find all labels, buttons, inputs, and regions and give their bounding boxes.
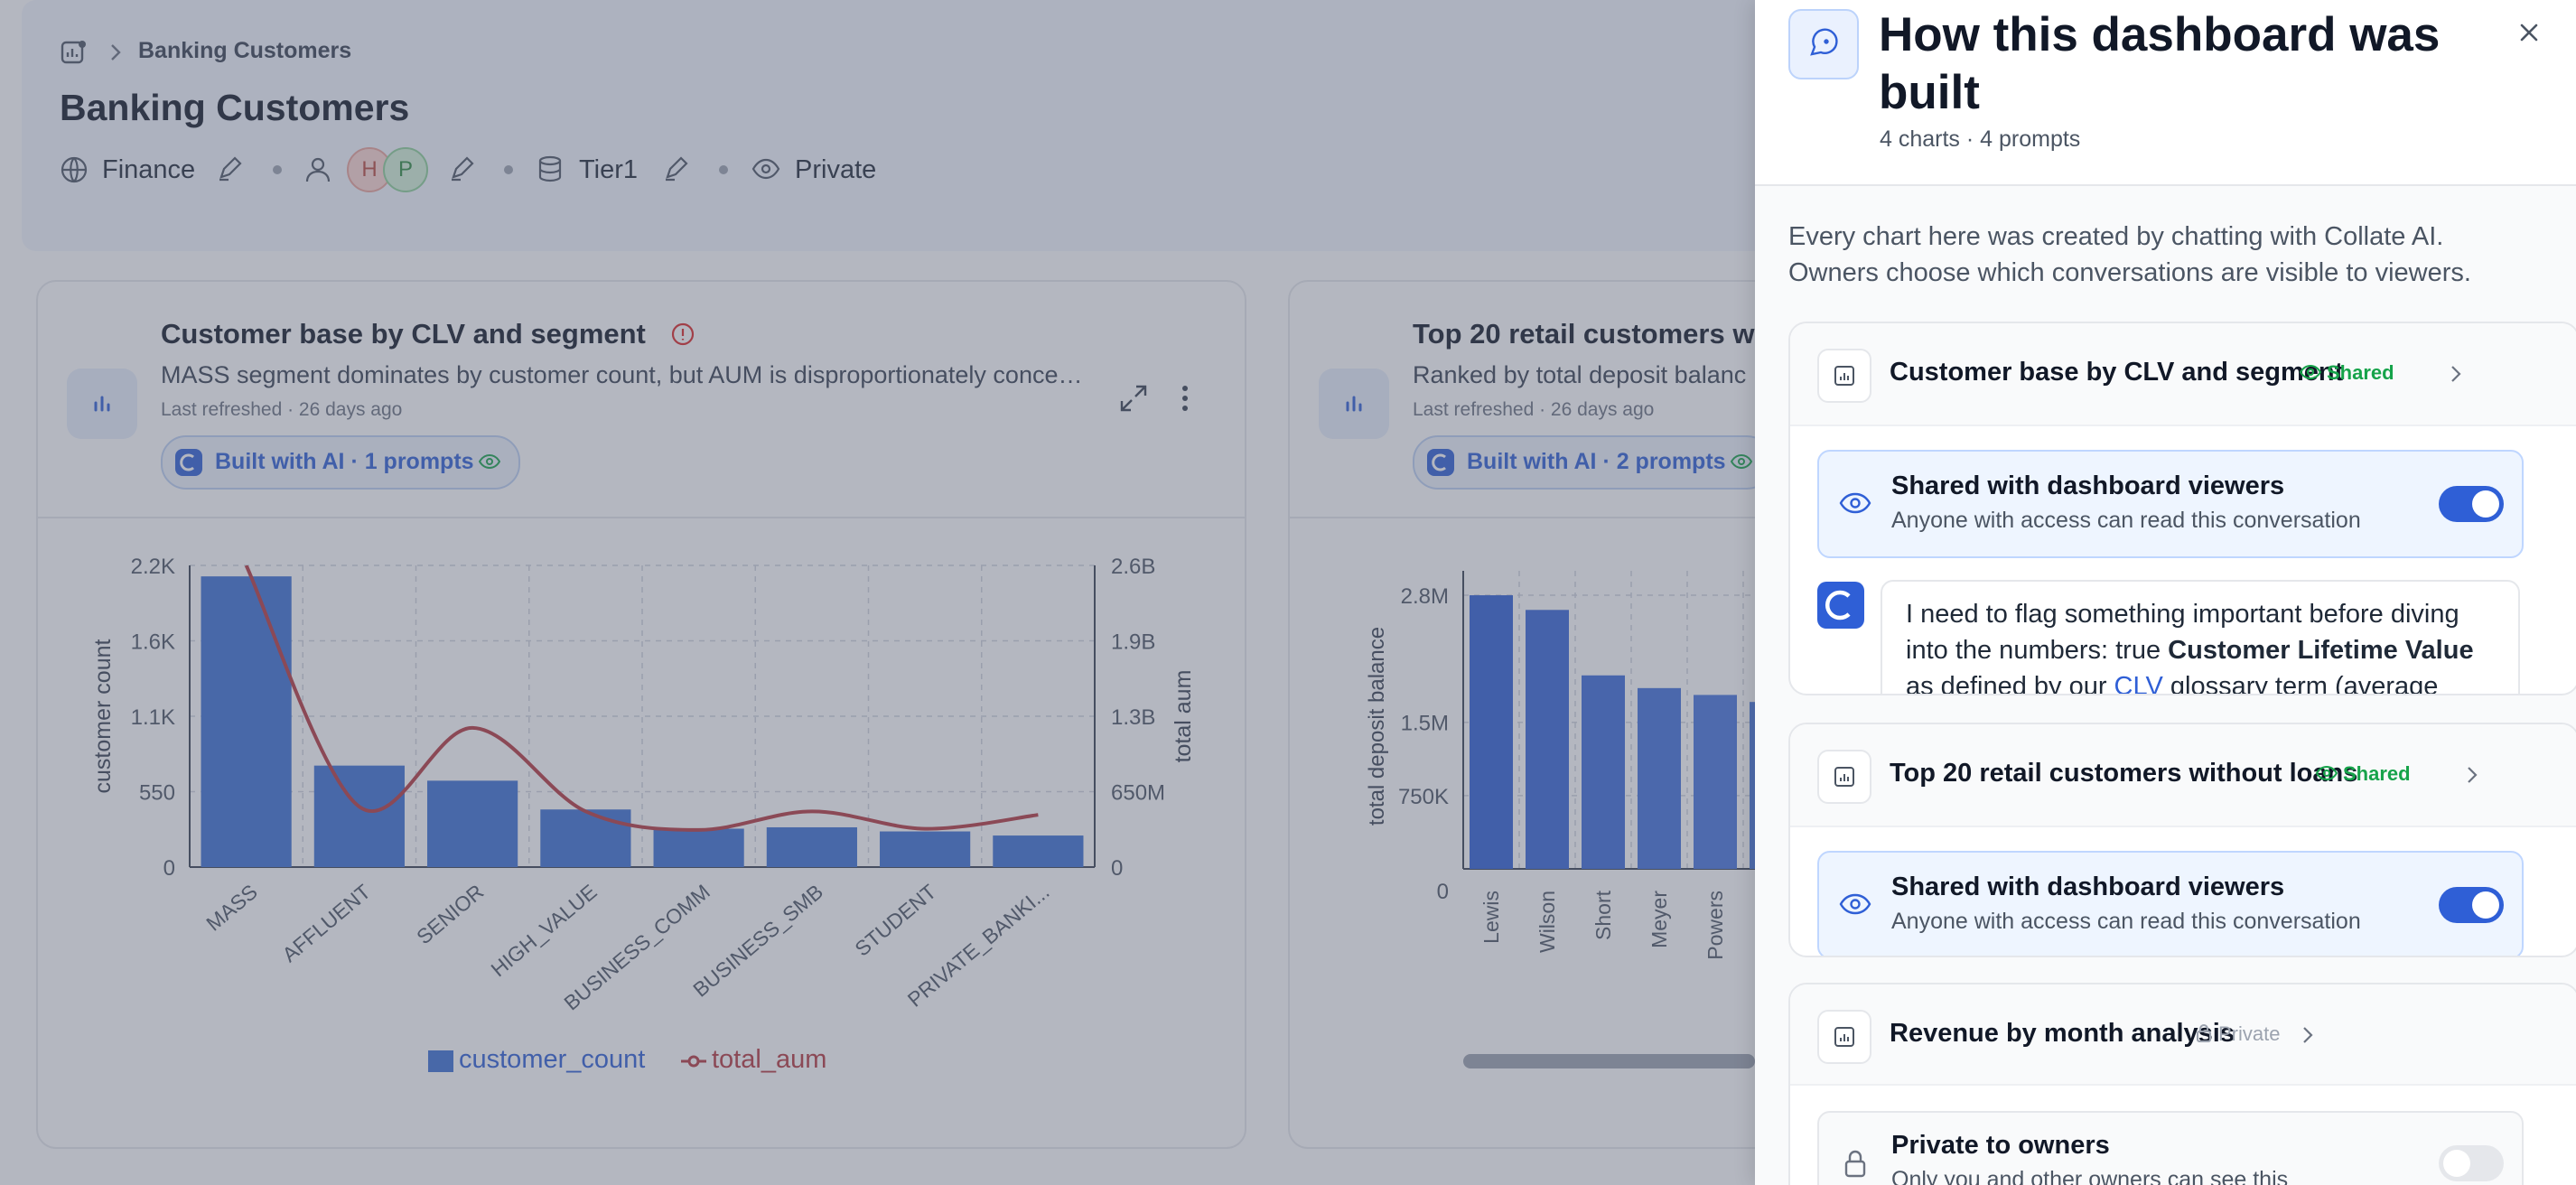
dashboard-page: Banking Customers Banking Customers Fina… bbox=[0, 0, 1755, 1185]
section-title: Revenue by month analysis bbox=[1890, 1019, 2235, 1048]
share-setting: Shared with dashboard viewers Anyone wit… bbox=[1817, 450, 2524, 558]
chevron-right-icon[interactable] bbox=[2450, 363, 2462, 385]
conversation-section: Revenue by month analysis Private Privat… bbox=[1788, 983, 2576, 1185]
message-text: glossary term (average bbox=[2162, 672, 2439, 695]
eye-icon bbox=[1839, 892, 1871, 916]
chevron-right-icon[interactable] bbox=[2466, 764, 2478, 786]
share-description: Anyone with access can read this convers… bbox=[1891, 909, 2361, 934]
share-toggle[interactable] bbox=[2439, 486, 2504, 522]
section-header[interactable]: Revenue by month analysis Private bbox=[1790, 984, 2576, 1086]
share-title: Shared with dashboard viewers bbox=[1891, 471, 2285, 500]
modal-backdrop[interactable] bbox=[0, 0, 1755, 1185]
conversation-section: Top 20 retail customers without loans Sh… bbox=[1788, 723, 2576, 957]
chart-icon bbox=[1817, 750, 1871, 804]
share-toggle[interactable] bbox=[2439, 1145, 2504, 1181]
message-text: as defined by our bbox=[1906, 672, 2114, 695]
panel-stats: 4 charts · 4 prompts bbox=[1880, 126, 2081, 152]
message-text: into the numbers: true Customer Lifetime… bbox=[1906, 636, 2474, 666]
lock-icon bbox=[2195, 1022, 2213, 1044]
shared-status: Shared bbox=[2327, 361, 2394, 384]
private-status: Private bbox=[2218, 1022, 2281, 1045]
conversation-section: Customer base by CLV and segment Shared … bbox=[1788, 322, 2576, 695]
message-emphasis: Customer Lifetime Value bbox=[2168, 636, 2474, 665]
chart-icon bbox=[1817, 1010, 1871, 1064]
eye-icon bbox=[2316, 765, 2338, 781]
panel-intro: Owners choose which conversations are vi… bbox=[1788, 258, 2471, 287]
glossary-link[interactable]: CLV bbox=[2114, 672, 2163, 694]
section-title: Top 20 retail customers without loans bbox=[1890, 759, 2358, 788]
share-description: Anyone with access can read this convers… bbox=[1891, 508, 2361, 533]
chart-icon bbox=[1817, 349, 1871, 403]
share-toggle[interactable] bbox=[2439, 887, 2504, 923]
section-header[interactable]: Top 20 retail customers without loans Sh… bbox=[1790, 724, 2576, 827]
chevron-right-icon[interactable] bbox=[2301, 1024, 2314, 1046]
shared-status: Shared bbox=[2343, 762, 2411, 785]
collate-ai-avatar bbox=[1817, 582, 1864, 629]
section-header[interactable]: Customer base by CLV and segment Shared bbox=[1790, 323, 2576, 426]
panel-title-line1: How this dashboard was bbox=[1879, 8, 2441, 61]
eye-icon bbox=[2300, 364, 2321, 380]
message-text: as defined by our CLV glossary term (ave… bbox=[1906, 672, 2439, 695]
message-text: I need to flag something important befor… bbox=[1906, 600, 2459, 629]
close-icon[interactable] bbox=[2516, 20, 2542, 45]
panel-title-line2: built bbox=[1879, 66, 1980, 119]
lock-icon bbox=[1843, 1149, 1868, 1180]
section-title: Customer base by CLV and segment bbox=[1890, 358, 2344, 387]
share-description: Only you and other owners can see this bbox=[1891, 1167, 2289, 1185]
share-setting: Shared with dashboard viewers Anyone wit… bbox=[1817, 851, 2524, 956]
share-title: Private to owners bbox=[1891, 1131, 2110, 1160]
how-built-panel: How this dashboard was built 4 charts · … bbox=[1755, 0, 2576, 1185]
share-title: Shared with dashboard viewers bbox=[1891, 872, 2285, 901]
panel-intro: Every chart here was created by chatting… bbox=[1788, 222, 2444, 251]
message-text: into the numbers: true bbox=[1906, 636, 2169, 665]
share-setting: Private to owners Only you and other own… bbox=[1817, 1111, 2524, 1185]
chat-bubble-icon bbox=[1788, 9, 1859, 79]
eye-icon bbox=[1839, 491, 1871, 515]
ai-message: I need to flag something important befor… bbox=[1881, 580, 2520, 695]
